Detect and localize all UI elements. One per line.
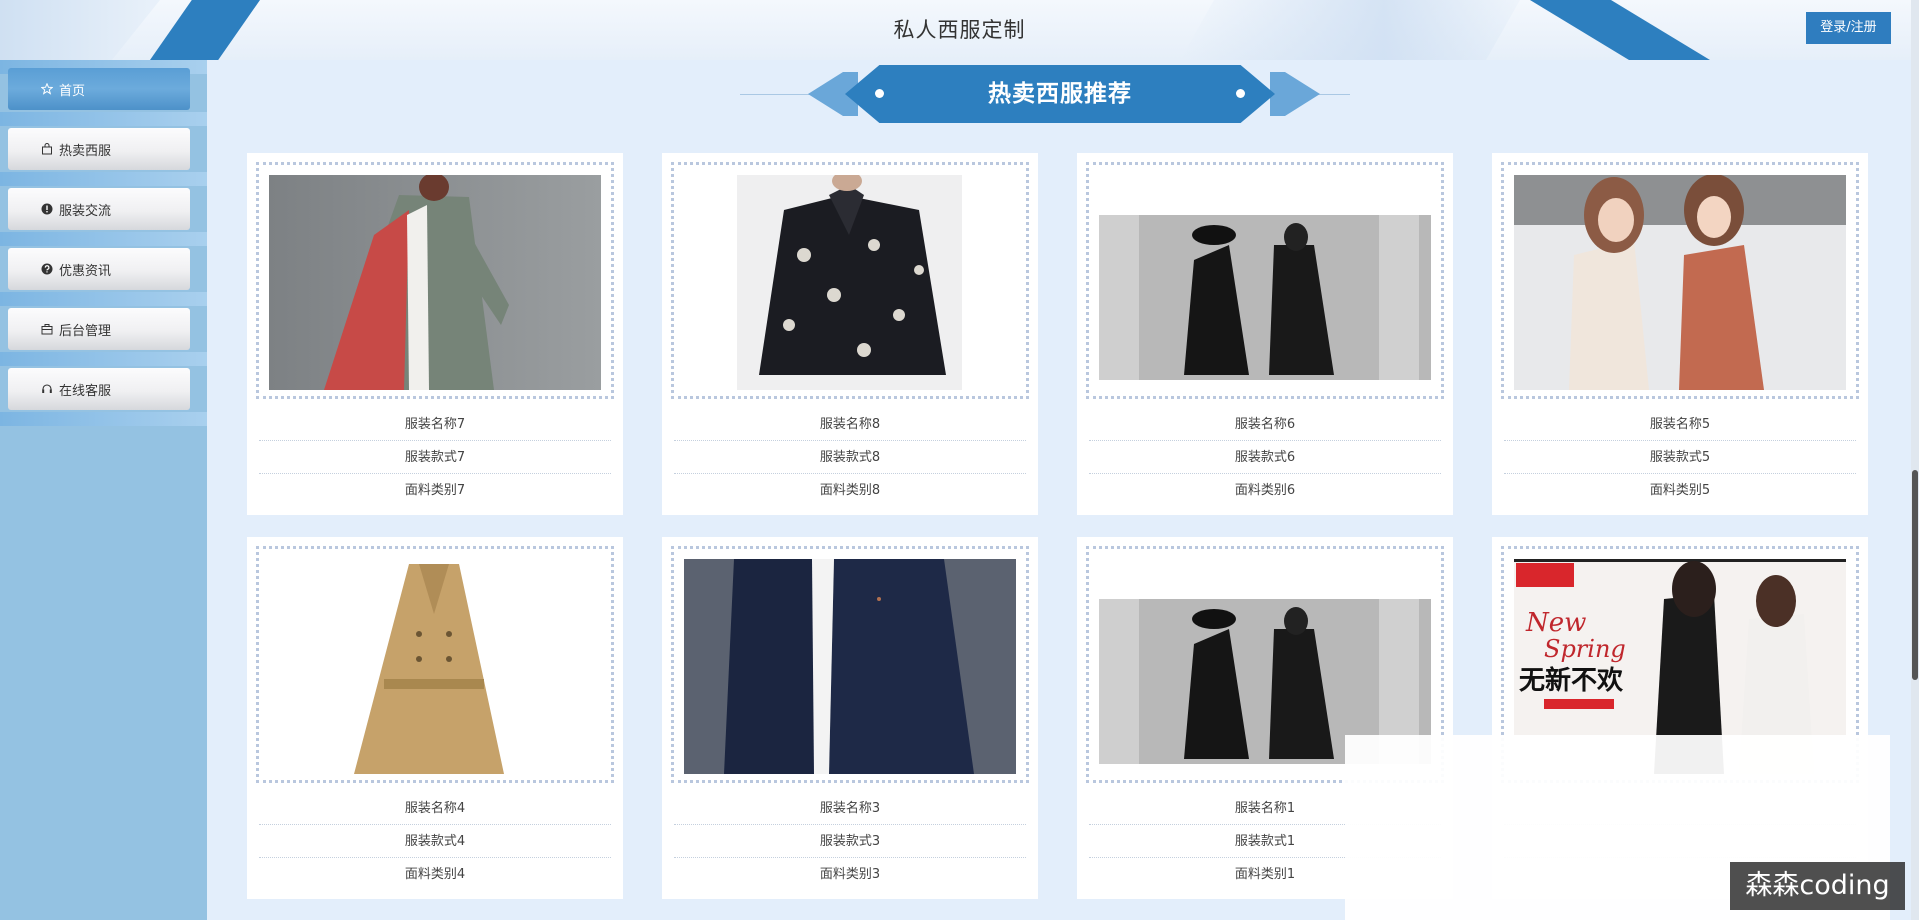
product-name: 服装名称8	[819, 417, 881, 432]
page-scrollbar[interactable]	[1911, 0, 1919, 920]
product-fabric: 面料类别5	[1649, 483, 1711, 498]
sidebar-band	[0, 352, 207, 366]
product-style: 服装款式4	[404, 834, 466, 849]
product-name: 服装名称3	[819, 801, 881, 816]
sidebar-item-clothing-exchange[interactable]: 服装交流	[8, 188, 190, 230]
sidebar-item-label: 后台管理	[59, 323, 112, 339]
section-title-dot	[1236, 89, 1245, 98]
watermark: 森森coding	[1730, 862, 1905, 910]
briefcase-icon	[41, 323, 53, 335]
sidebar-item-admin[interactable]: 后台管理	[8, 308, 190, 350]
sidebar-item-hot-suits[interactable]: 热卖西服	[8, 128, 190, 170]
headset-icon	[41, 383, 53, 395]
product-fabric: 面料类别6	[1234, 483, 1296, 498]
section-title: 热卖西服推荐	[845, 65, 1275, 123]
product-name: 服装名称5	[1649, 417, 1711, 432]
product-card[interactable]: 服装名称4 服装款式4 面料类别4	[247, 537, 623, 899]
product-card[interactable]: 服装名称8 服装款式8 面料类别8	[662, 153, 1038, 515]
sidebar-item-label: 热卖西服	[59, 143, 112, 159]
sidebar-item-label: 在线客服	[59, 383, 112, 399]
star-icon	[41, 83, 53, 95]
product-fabric: 面料类别4	[404, 867, 466, 882]
site-title: 私人西服定制	[893, 18, 1026, 42]
sidebar-band	[0, 412, 207, 426]
product-fabric: 面料类别8	[819, 483, 881, 498]
sidebar-band	[0, 112, 207, 126]
product-image[interactable]	[1099, 175, 1431, 390]
product-style: 服装款式7	[404, 450, 466, 465]
product-image[interactable]	[684, 175, 1016, 390]
product-name: 服装名称7	[404, 417, 466, 432]
sidebar-item-label: 优惠资讯	[59, 263, 112, 279]
product-style: 服装款式5	[1649, 450, 1711, 465]
product-fabric: 面料类别7	[404, 483, 466, 498]
section-header: 热卖西服推荐	[730, 60, 1350, 126]
product-image[interactable]	[269, 559, 601, 774]
login-register-button[interactable]: 登录/注册	[1806, 12, 1891, 44]
sidebar-item-online-service[interactable]: 在线客服	[8, 368, 190, 410]
sidebar-band	[0, 292, 207, 306]
sidebar-item-label: 服装交流	[59, 203, 112, 219]
product-card[interactable]: 服装名称3 服装款式3 面料类别3	[662, 537, 1038, 899]
section-title-wing-right	[1270, 72, 1320, 116]
page-scrollbar-thumb[interactable]	[1912, 470, 1918, 680]
product-image[interactable]	[684, 559, 1016, 774]
product-name: 服装名称6	[1234, 417, 1296, 432]
sidebar-item-label: 首页	[59, 83, 86, 99]
sidebar: 首页 热卖西服 服装交流 优惠资讯 后台管理 在线客服	[0, 60, 207, 920]
product-style: 服装款式6	[1234, 450, 1296, 465]
sidebar-item-promotions[interactable]: 优惠资讯	[8, 248, 190, 290]
bag-icon	[41, 143, 53, 155]
sidebar-band	[0, 172, 207, 186]
poster-text-new: New	[1525, 608, 1586, 638]
product-fabric: 面料类别3	[819, 867, 881, 882]
product-style: 服装款式3	[819, 834, 881, 849]
top-header: 私人西服定制 登录/注册	[0, 0, 1919, 60]
poster-text-slogan: 无新不欢	[1519, 665, 1624, 696]
product-name: 服装名称4	[404, 801, 466, 816]
product-image[interactable]	[269, 175, 601, 390]
question-circle-icon	[41, 263, 53, 275]
product-card[interactable]: 服装名称5 服装款式5 面料类别5	[1492, 153, 1868, 515]
product-card[interactable]: 服装名称6 服装款式6 面料类别6	[1077, 153, 1453, 515]
product-style: 服装款式8	[819, 450, 881, 465]
product-image[interactable]	[1514, 175, 1846, 390]
product-card[interactable]: 服装名称7 服装款式7 面料类别7	[247, 153, 623, 515]
sidebar-item-home[interactable]: 首页	[8, 68, 190, 110]
info-circle-icon	[41, 203, 53, 215]
sidebar-band	[0, 232, 207, 246]
poster-text-spring: Spring	[1544, 635, 1626, 663]
section-title-dot	[875, 89, 884, 98]
